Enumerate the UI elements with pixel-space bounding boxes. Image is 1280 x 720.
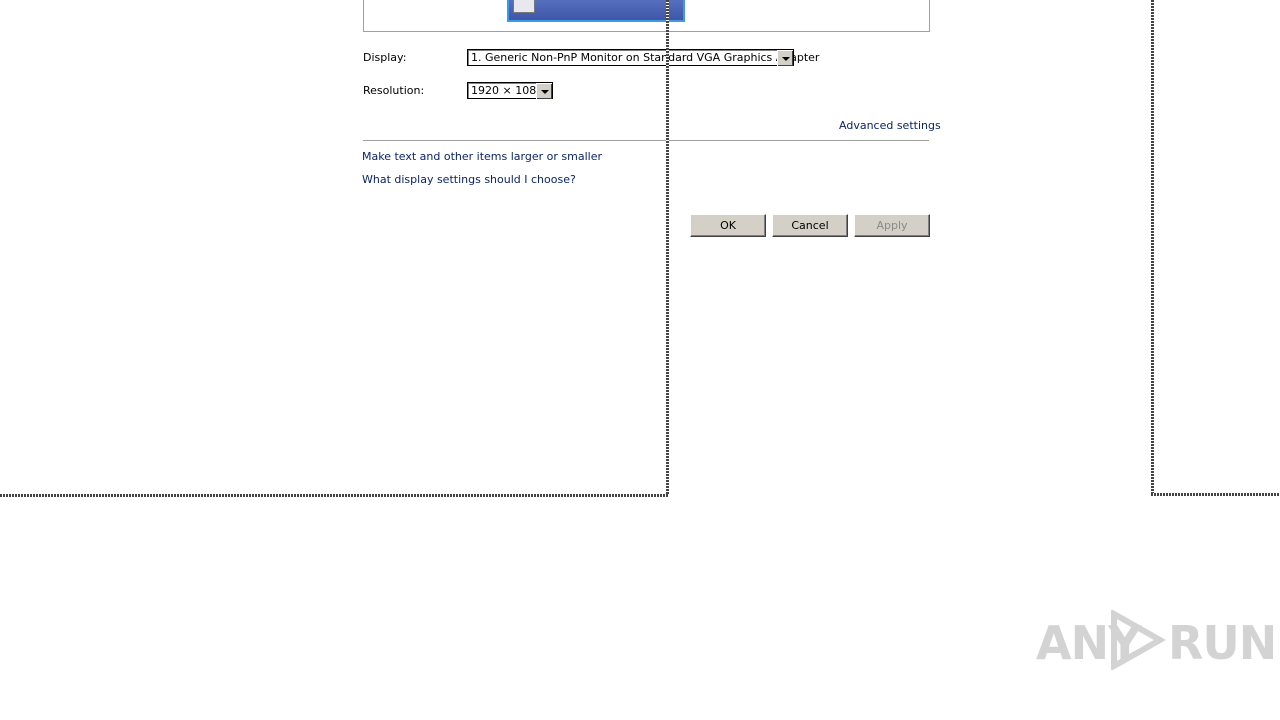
display-label: Display: [363, 51, 407, 64]
window-drag-outline-edge [0, 494, 669, 497]
apply-button[interactable]: Apply [854, 214, 930, 237]
divider [363, 140, 929, 141]
watermark-text-right: RUN [1168, 616, 1277, 670]
display-dropdown-value: 1. Generic Non-PnP Monitor on Standard V… [471, 51, 820, 64]
chevron-down-icon[interactable] [777, 50, 793, 66]
window-drag-outline-edge [1151, 493, 1280, 496]
monitor-stand-icon [513, 0, 535, 13]
anyrun-watermark-logo: ANY RUN [1036, 608, 1277, 672]
chevron-down-icon[interactable] [536, 83, 552, 99]
resolution-dropdown[interactable]: 1920 × 1080 [467, 82, 553, 99]
resolution-label: Resolution: [363, 84, 425, 97]
play-icon [1111, 610, 1166, 670]
resolution-dropdown-value: 1920 × 1080 [471, 84, 544, 97]
display-dropdown[interactable]: 1. Generic Non-PnP Monitor on Standard V… [467, 49, 819, 66]
text-size-link[interactable]: Make text and other items larger or smal… [362, 150, 602, 163]
cancel-button[interactable]: Cancel [772, 214, 848, 237]
window-drag-outline-edge [666, 0, 669, 498]
window-drag-outline-edge [1151, 0, 1154, 496]
advanced-settings-link[interactable]: Advanced settings [839, 119, 941, 132]
display-help-link[interactable]: What display settings should I choose? [362, 173, 576, 186]
monitor-1-thumbnail[interactable] [507, 0, 685, 22]
ok-button[interactable]: OK [690, 214, 766, 237]
